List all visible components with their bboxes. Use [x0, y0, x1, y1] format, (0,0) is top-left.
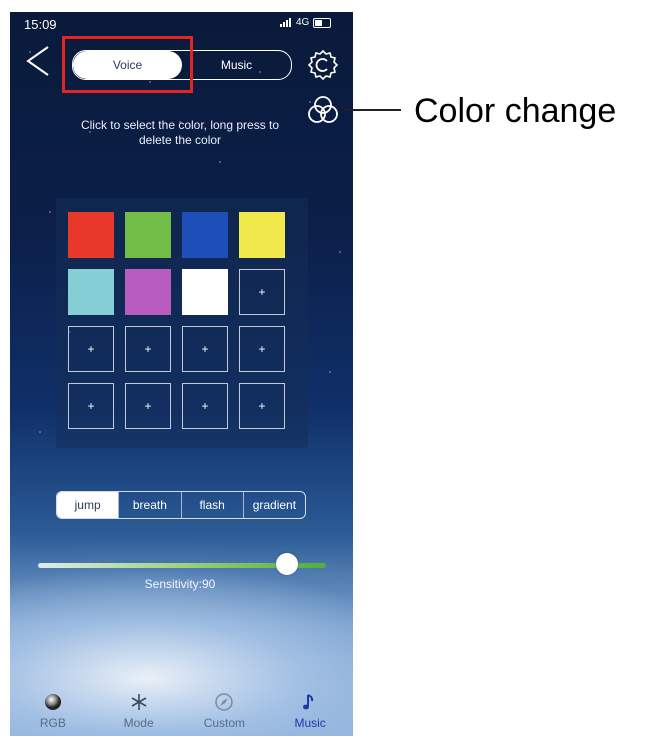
mode-gradient[interactable]: gradient: [242, 492, 305, 518]
status-indicators: 4G: [280, 17, 332, 28]
sensitivity-slider-thumb[interactable]: [276, 553, 298, 575]
tab-music-label: Music: [294, 716, 326, 730]
color-swatch[interactable]: [125, 269, 171, 315]
add-color-slot[interactable]: +: [239, 383, 285, 429]
music-note-icon: [303, 694, 314, 710]
add-color-slot[interactable]: +: [182, 383, 228, 429]
compass-icon: [215, 693, 234, 711]
add-color-slot[interactable]: +: [239, 326, 285, 372]
network-type: 4G: [296, 17, 310, 28]
signal-icon: [280, 18, 291, 27]
gear-icon: [307, 49, 339, 81]
tab-music[interactable]: Music: [182, 51, 291, 79]
tab-mode[interactable]: Mode: [96, 680, 182, 736]
callout-label: Color change: [414, 92, 617, 130]
mode-breath[interactable]: breath: [118, 492, 180, 518]
annotation-highlight-box: [62, 36, 193, 93]
color-swatch[interactable]: [182, 269, 228, 315]
settings-button[interactable]: [306, 48, 340, 82]
add-color-slot[interactable]: +: [68, 326, 114, 372]
color-change-button[interactable]: [306, 93, 340, 127]
color-swatch[interactable]: [239, 212, 285, 258]
color-swatch[interactable]: [68, 212, 114, 258]
color-swatch[interactable]: [125, 212, 171, 258]
back-button[interactable]: [24, 44, 52, 78]
mode-jump[interactable]: jump: [57, 492, 119, 518]
tab-music-bottom[interactable]: Music: [267, 680, 353, 736]
rgb-icon: [44, 694, 61, 710]
tab-custom[interactable]: Custom: [182, 680, 268, 736]
instruction-text: Click to select the color, long press to…: [80, 118, 280, 147]
bottom-tab-bar: RGB Mode Custom Music: [10, 680, 353, 736]
tab-custom-label: Custom: [203, 716, 246, 730]
mode-flash[interactable]: flash: [180, 492, 243, 518]
effect-mode-selector: jump breath flash gradient: [56, 491, 306, 519]
add-color-slot[interactable]: +: [239, 269, 285, 315]
callout-line: [345, 109, 401, 111]
add-color-slot[interactable]: +: [68, 383, 114, 429]
tab-mode-label: Mode: [123, 716, 154, 730]
battery-icon: [313, 17, 332, 28]
color-swatch[interactable]: [182, 212, 228, 258]
color-swatch[interactable]: [68, 269, 114, 315]
add-color-slot[interactable]: +: [125, 326, 171, 372]
add-color-slot[interactable]: +: [182, 326, 228, 372]
rings-icon: [308, 96, 338, 123]
color-swatch-grid: + + + + + + + + +: [68, 212, 285, 429]
sensitivity-label: Sensitivity:90: [144, 577, 216, 591]
chevron-left-icon: [26, 46, 49, 76]
tab-rgb-label: RGB: [39, 716, 66, 730]
tab-rgb[interactable]: RGB: [10, 680, 96, 736]
status-time: 15:09: [24, 17, 57, 32]
add-color-slot[interactable]: +: [125, 383, 171, 429]
snowflake-icon: [131, 694, 147, 710]
